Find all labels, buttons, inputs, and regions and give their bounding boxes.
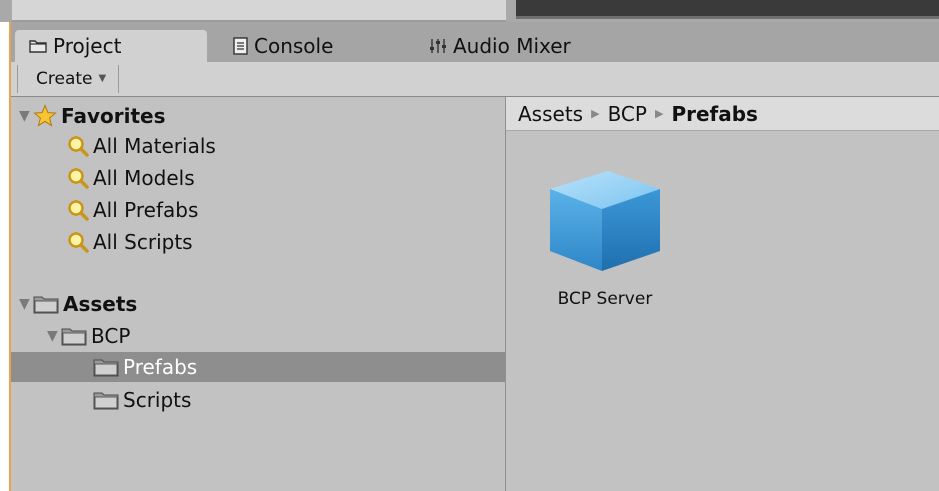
tab-project-label: Project [53,34,122,58]
tab-project[interactable]: Project [15,30,207,62]
favorite-item[interactable]: All Models [67,163,195,193]
expand-arrow-icon[interactable]: ▼ [47,321,61,351]
assets-header[interactable]: ▼ Assets [19,289,137,319]
dropdown-caret-icon: ▼ [98,73,107,84]
search-icon [67,231,89,253]
tab-audio-mixer[interactable]: Audio Mixer [429,30,571,62]
tab-console[interactable]: Console [233,30,333,62]
project-toolbar: Create ▼ [11,62,939,97]
favorite-item-label: All Models [93,166,195,190]
folder-scripts[interactable]: Scripts [93,385,191,415]
unity-project-window: Project Console Audio Mixer Create ▼ ▼ F… [0,0,939,491]
breadcrumb-item[interactable]: Assets [518,97,583,131]
top-right-panel [516,0,939,19]
mixer-icon [429,37,447,55]
expand-arrow-icon[interactable]: ▼ [19,289,33,319]
create-button[interactable]: Create ▼ [17,65,120,93]
folder-icon [93,390,119,410]
favorite-item-label: All Prefabs [93,198,199,222]
asset-label: BCP Server [557,289,653,309]
star-icon [33,104,57,128]
tab-bar: Project Console Audio Mixer [11,22,939,62]
favorites-header[interactable]: ▼ Favorites [19,101,166,131]
favorite-item-label: All Materials [93,134,216,158]
prefab-cube-icon [546,171,664,279]
expand-arrow-icon[interactable]: ▼ [19,101,33,131]
favorite-item[interactable]: All Materials [67,131,216,161]
breadcrumb-separator-icon: ▶ [591,106,600,120]
create-button-label: Create [36,69,93,89]
top-left-panel [12,0,506,22]
assets-label: Assets [63,292,138,316]
folder-icon [93,357,119,377]
folder-icon [33,294,59,314]
breadcrumb: Assets ▶ BCP ▶ Prefabs [506,97,939,131]
tab-audio-mixer-label: Audio Mixer [453,34,571,58]
folder-prefabs-label: Prefabs [123,355,198,379]
breadcrumb-separator-icon: ▶ [654,106,664,120]
folder-tree: ▼ Favorites All Materials All Models All… [11,97,506,491]
favorite-item[interactable]: All Scripts [67,227,193,257]
folder-scripts-label: Scripts [123,388,192,412]
tab-console-label: Console [254,34,334,58]
search-icon [67,199,89,221]
breadcrumb-item[interactable]: BCP [608,97,647,131]
breadcrumb-current: Prefabs [671,101,758,126]
folder-bcp-label: BCP [91,324,131,348]
folder-icon [61,326,87,346]
favorite-item-label: All Scripts [93,230,193,254]
favorite-item[interactable]: All Prefabs [67,195,198,225]
folder-prefabs[interactable]: Prefabs [11,352,505,382]
asset-browser: Assets ▶ BCP ▶ Prefabs BCP Server [506,97,939,491]
asset-tile[interactable]: BCP Server [544,167,666,309]
folder-icon [29,39,47,53]
window-edge [0,22,11,491]
console-icon [233,37,248,55]
top-strip [0,0,939,22]
folder-bcp[interactable]: ▼ BCP [47,321,130,351]
search-icon [67,135,89,157]
favorites-label: Favorites [61,104,166,128]
search-icon [67,167,89,189]
